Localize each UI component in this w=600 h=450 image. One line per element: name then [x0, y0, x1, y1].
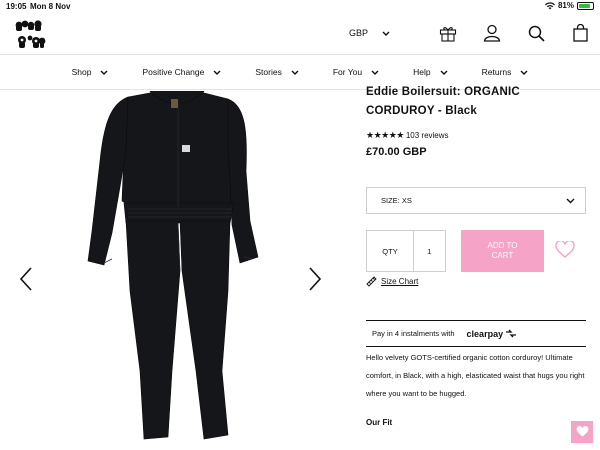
review-count: 103 reviews: [405, 131, 449, 140]
account-icon[interactable]: [482, 23, 502, 43]
nav-item-label: Help: [413, 67, 431, 77]
nav-item-positive-change[interactable]: Positive Change: [142, 67, 221, 77]
chevron-down-icon: [371, 70, 379, 75]
nav-item-label: Stories: [255, 67, 282, 77]
cart-icon[interactable]: [570, 23, 590, 43]
heart-icon: [576, 426, 588, 437]
chevron-down-icon: [382, 31, 390, 36]
status-date: Mon 8 Nov: [30, 2, 71, 11]
currency-label: GBP: [348, 28, 368, 38]
quantity-label: QTY: [382, 246, 398, 256]
nav-item-shop[interactable]: Shop: [72, 67, 109, 77]
size-select-value: SIZE: XS: [381, 196, 412, 205]
nav-item-help[interactable]: Help: [413, 67, 448, 77]
currency-selector[interactable]: GBP: [349, 28, 390, 38]
search-icon[interactable]: [526, 23, 546, 43]
chevron-down-icon: [440, 70, 448, 75]
site-header: GBP: [0, 14, 600, 54]
clearpay-brand: clearpay: [466, 328, 504, 339]
brand-logo[interactable]: [14, 18, 46, 50]
chevron-down-icon: [520, 70, 528, 75]
quantity-stepper[interactable]: QTY 1: [366, 230, 446, 272]
add-to-cart-button[interactable]: ADD TO CART: [461, 230, 544, 272]
wifi-icon: [544, 1, 555, 9]
nav-item-label: Shop: [71, 67, 92, 77]
size-select[interactable]: SIZE: XS: [366, 187, 586, 214]
nav-item-returns[interactable]: Returns: [482, 67, 529, 77]
battery-fill: [579, 3, 590, 8]
status-bar: 19:05 Mon 8 Nov 81%: [0, 0, 600, 14]
product-title: Eddie Boilersuit: ORGANIC CORDUROY - Bla…: [366, 86, 520, 117]
product-gallery: [0, 91, 345, 450]
size-chart-label: Size Chart: [381, 277, 419, 286]
gift-icon[interactable]: [438, 23, 458, 43]
clearpay-logo: clearpay: [467, 329, 518, 339]
chevron-down-icon: [291, 70, 299, 75]
chevron-down-icon: [566, 198, 575, 203]
wishlist-heart-icon[interactable]: [555, 241, 575, 259]
quantity-input[interactable]: 1: [413, 231, 445, 271]
ruler-icon: [366, 276, 377, 287]
product-description: Hello velvety GOTS-certified organic cot…: [366, 353, 585, 398]
header-actions: GBP: [349, 23, 590, 43]
previous-image-arrow[interactable]: [18, 266, 34, 292]
nav-item-label: Returns: [481, 67, 512, 77]
status-right: 81%: [544, 1, 594, 10]
clearpay-banner[interactable]: Pay in 4 instalments with clearpay: [366, 320, 586, 347]
product-image: [87, 91, 259, 440]
status-time: 19:05: [6, 2, 27, 11]
rating-stars: ★★★★★: [366, 130, 404, 140]
product-rating[interactable]: ★★★★★ 103 reviews: [366, 130, 449, 141]
nav-item-label: Positive Change: [142, 67, 205, 77]
product-price: £70.00 GBP: [366, 146, 427, 158]
nav-item-label: For You: [332, 67, 363, 77]
clearpay-text: Pay in 4 instalments with: [372, 329, 455, 338]
battery-percent: 81%: [557, 1, 574, 10]
battery-icon: [577, 1, 594, 10]
chevron-down-icon: [213, 70, 221, 75]
size-chart-link[interactable]: Size Chart: [366, 276, 418, 287]
clearpay-arrows-icon: [506, 329, 517, 338]
floating-wishlist-button[interactable]: [571, 421, 593, 443]
our-fit-heading: Our Fit: [366, 418, 393, 427]
next-image-arrow[interactable]: [307, 266, 323, 292]
nav-item-stories[interactable]: Stories: [255, 67, 299, 77]
chevron-down-icon: [100, 70, 108, 75]
nav-item-for-you[interactable]: For You: [333, 67, 379, 77]
